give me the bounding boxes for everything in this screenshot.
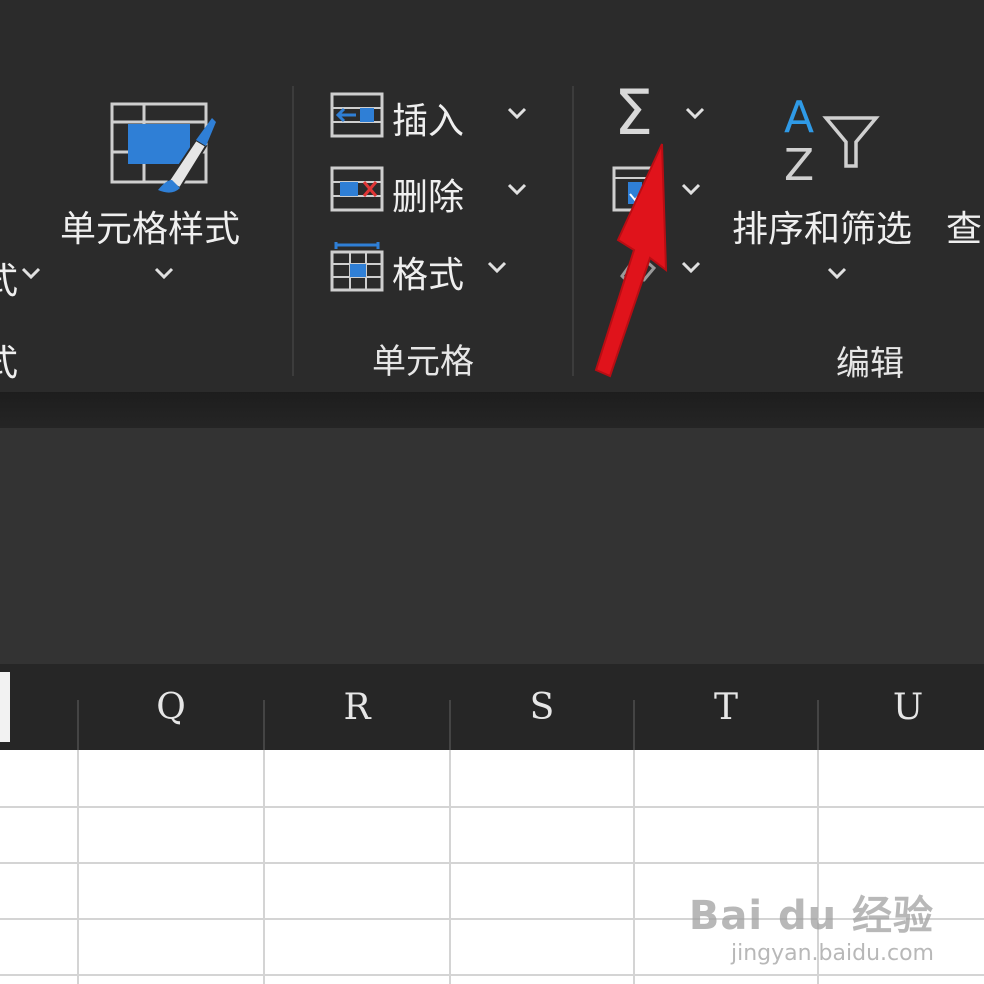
grid-hline: [0, 974, 984, 976]
chevron-down-icon[interactable]: [153, 266, 175, 280]
insert-label[interactable]: 插入: [392, 92, 464, 144]
chevron-down-icon[interactable]: [486, 260, 508, 274]
cell-styles-label[interactable]: 单元格样式: [60, 200, 240, 252]
filter-funnel-icon[interactable]: [822, 114, 880, 172]
autosum-icon[interactable]: Σ: [614, 76, 653, 149]
insert-cells-icon[interactable]: [330, 92, 384, 138]
cells-group-label: 单元格: [372, 342, 474, 382]
watermark-url: jingyan.baidu.com: [730, 941, 934, 966]
column-header-t[interactable]: T: [634, 664, 818, 750]
chevron-down-icon[interactable]: [680, 260, 702, 274]
watermark-logo: Bai du 经验: [688, 893, 934, 939]
sort-icon-letter-z: Z: [784, 140, 815, 191]
delete-label[interactable]: 删除: [392, 168, 464, 220]
column-header-r[interactable]: R: [264, 664, 450, 750]
grid-hline: [0, 806, 984, 808]
red-arrow-annotation: [588, 140, 678, 380]
column-header-s[interactable]: S: [450, 664, 634, 750]
chevron-down-icon[interactable]: [20, 266, 42, 280]
grid-vline: [449, 750, 451, 984]
partial-style-label[interactable]: 式: [0, 252, 18, 304]
column-divider[interactable]: [77, 700, 79, 750]
delete-cells-icon[interactable]: [330, 166, 384, 212]
chevron-down-icon[interactable]: [680, 182, 702, 196]
chevron-down-icon[interactable]: [506, 106, 528, 120]
sort-icon-letter-a: A: [784, 92, 815, 143]
column-divider[interactable]: [263, 700, 265, 750]
chevron-down-icon[interactable]: [826, 266, 848, 280]
watermark: Bai du 经验 jingyan.baidu.com: [689, 883, 934, 966]
ribbon: 式 式 单元格样式 插入 删除 格式 单元格 Σ A Z 排序和筛选 查 编辑: [0, 0, 984, 392]
cell-styles-icon[interactable]: [108, 100, 218, 196]
chevron-down-icon[interactable]: [506, 182, 528, 196]
format-label[interactable]: 格式: [392, 246, 464, 298]
ribbon-bottom-edge: [0, 392, 984, 428]
chevron-down-icon[interactable]: [684, 106, 706, 120]
formula-bar-area: [0, 428, 984, 664]
column-divider[interactable]: [817, 700, 819, 750]
sort-filter-label[interactable]: 排序和筛选: [732, 200, 912, 252]
partial-group-label: 式: [0, 343, 19, 384]
grid-vline: [263, 750, 265, 984]
find-select-partial-label[interactable]: 查: [946, 200, 982, 252]
column-header-row: Q R S T U: [0, 664, 984, 750]
column-header-q[interactable]: Q: [78, 664, 264, 750]
format-cells-icon[interactable]: [330, 242, 384, 292]
grid-vline: [77, 750, 79, 984]
column-divider[interactable]: [633, 700, 635, 750]
column-divider[interactable]: [449, 700, 451, 750]
group-separator: [572, 86, 574, 376]
grid-vline: [633, 750, 635, 984]
group-separator: [292, 86, 294, 376]
editing-group-label: 编辑: [836, 344, 904, 384]
select-all-corner[interactable]: [0, 672, 10, 742]
column-header-u[interactable]: U: [818, 664, 984, 750]
grid-hline: [0, 862, 984, 864]
